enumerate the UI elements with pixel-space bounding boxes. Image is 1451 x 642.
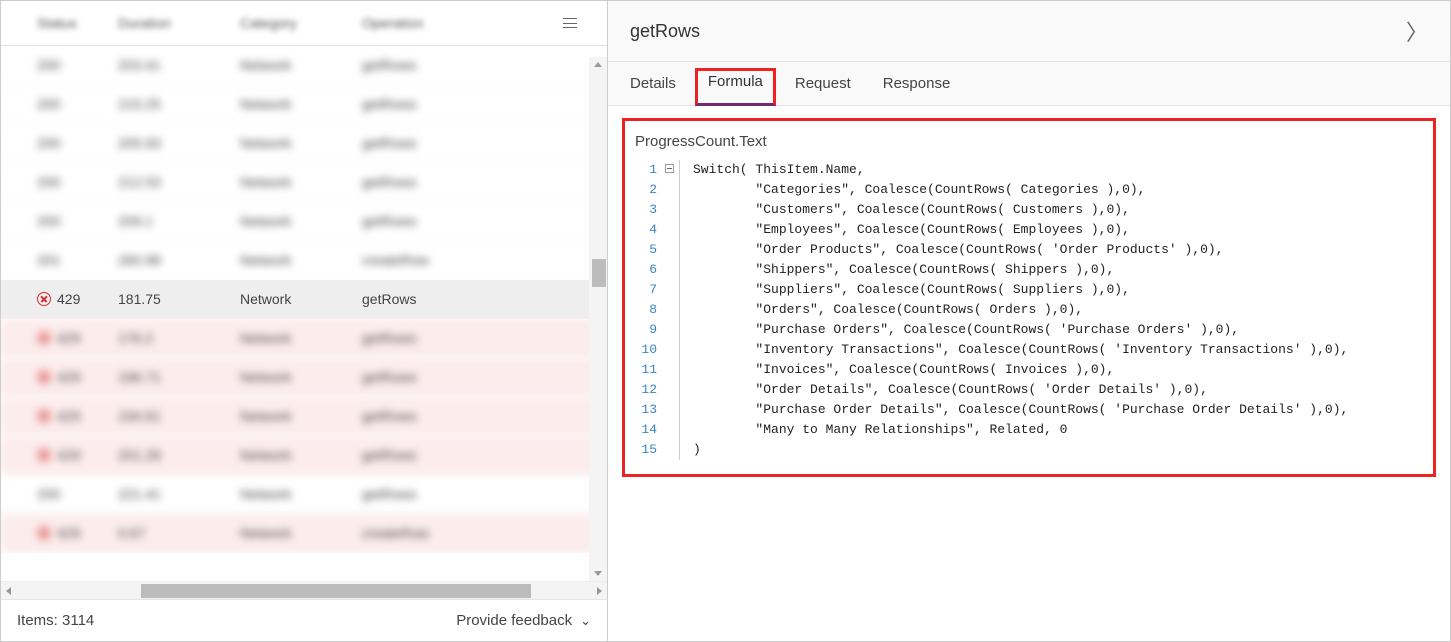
table-row[interactable]: 429201.28NetworkgetRows [1,436,607,475]
table-row[interactable]: 200205.93NetworkgetRows [1,124,607,163]
tab-details[interactable]: Details [630,62,676,105]
error-icon [37,448,51,462]
chevron-down-icon: ⌄ [580,613,591,629]
table-footer: Items: 3114 Provide feedback ⌄ [1,599,607,641]
col-category[interactable]: Category [240,15,362,31]
formula-highlight-box: ProgressCount.Text 123456789101112131415… [622,118,1436,477]
error-icon [37,526,51,540]
tab-request[interactable]: Request [795,62,851,105]
line-numbers: 123456789101112131415 [635,160,665,460]
code-lines[interactable]: Switch( ThisItem.Name, "Categories", Coa… [693,160,1417,460]
table-row[interactable]: 200209.1NetworkgetRows [1,202,607,241]
fold-collapse-icon[interactable] [665,164,674,173]
table-row[interactable]: 429181.75NetworkgetRows [1,280,607,319]
error-icon [37,370,51,384]
table-body: 200203.41NetworkgetRows200215.25Networkg… [1,46,607,553]
error-icon [37,292,51,306]
h-scroll-thumb[interactable] [141,584,531,598]
property-name: ProgressCount.Text [635,133,1417,150]
detail-tabs: Details Formula Request Response [608,62,1450,106]
table-container: Status Duration Category Operation 20020… [1,1,607,581]
code-editor[interactable]: 123456789101112131415 Switch( ThisItem.N… [635,160,1417,460]
tab-formula[interactable]: Formula [695,68,776,106]
detail-title: getRows [630,21,700,42]
fold-guide [679,160,693,460]
table-row[interactable]: 200203.41NetworkgetRows [1,46,607,85]
detail-content: ProgressCount.Text 123456789101112131415… [608,106,1450,641]
col-duration[interactable]: Duration [118,15,240,31]
table-row[interactable]: 200215.25NetworkgetRows [1,85,607,124]
table-row[interactable]: 429196.71NetworkgetRows [1,358,607,397]
error-icon [37,331,51,345]
v-scroll-thumb[interactable] [592,259,606,287]
table-row[interactable]: 429176.2NetworkgetRows [1,319,607,358]
error-icon [37,409,51,423]
col-operation[interactable]: Operation [362,15,467,31]
tab-response[interactable]: Response [883,62,951,105]
table-row[interactable]: 200221.41NetworkgetRows [1,475,607,514]
horizontal-scrollbar[interactable] [1,581,607,599]
items-count: Items: 3114 [17,612,94,629]
table-row[interactable]: 429194.61NetworkgetRows [1,397,607,436]
chevron-right-icon[interactable]: 〉 [1406,15,1428,47]
table-header: Status Duration Category Operation [1,1,607,46]
vertical-scrollbar[interactable] [589,57,607,581]
feedback-label: Provide feedback [456,612,572,629]
request-table-pane: Status Duration Category Operation 20020… [0,0,608,642]
menu-icon[interactable] [467,15,607,31]
table-row[interactable]: 4290.67NetworkcreateRow [1,514,607,553]
provide-feedback-button[interactable]: Provide feedback ⌄ [456,612,591,629]
col-status[interactable]: Status [1,15,118,31]
detail-header: getRows 〉 [608,1,1450,62]
fold-gutter[interactable] [665,160,679,460]
detail-pane: getRows 〉 Details Formula Request Respon… [608,0,1451,642]
table-row[interactable]: 200212.53NetworkgetRows [1,163,607,202]
table-row[interactable]: 201260.98NetworkcreateRow [1,241,607,280]
